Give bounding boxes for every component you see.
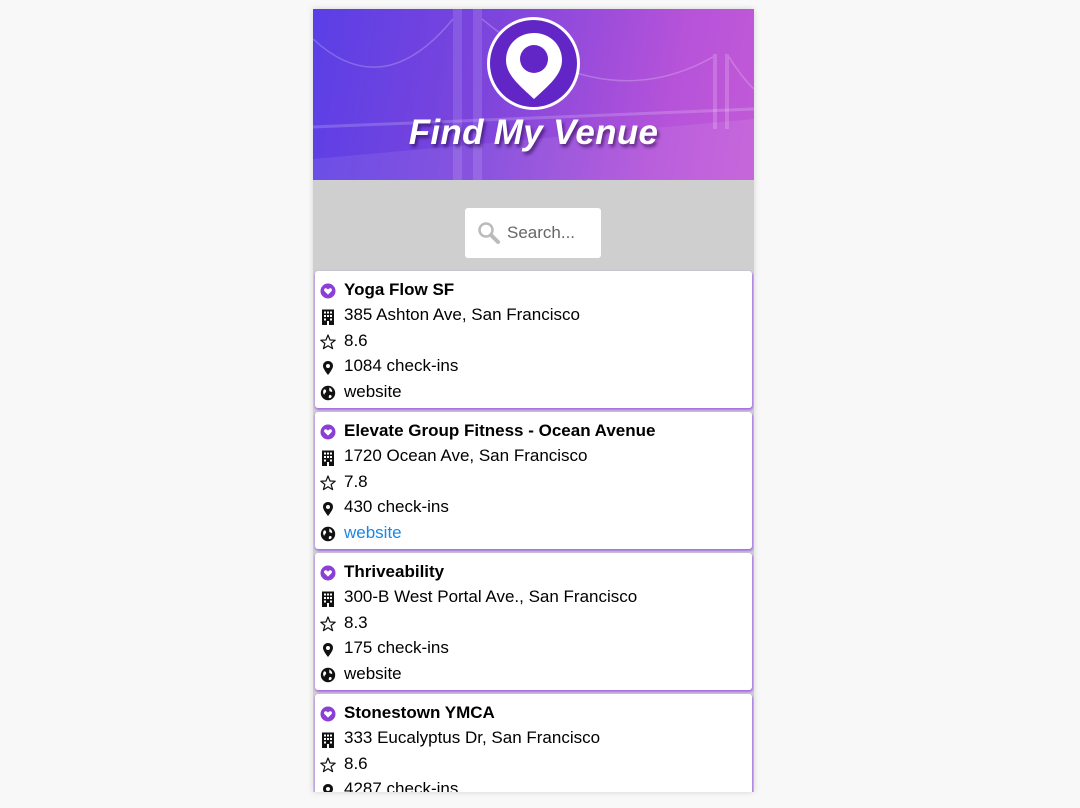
venue-address-row: 300-B West Portal Ave., San Francisco	[320, 585, 752, 611]
venue-name-row: Elevate Group Fitness - Ocean Avenue	[320, 418, 752, 444]
building-icon	[322, 309, 334, 325]
building-icon	[322, 450, 334, 466]
heart-icon	[320, 706, 336, 722]
venue-checkins-row: 175 check-ins	[320, 636, 752, 662]
venue-rating: 7.8	[344, 471, 368, 491]
location-pin-icon	[323, 783, 333, 792]
venue-rating: 8.6	[344, 753, 368, 773]
website-link[interactable]: website	[344, 664, 402, 684]
venue-card[interactable]: Stonestown YMCA 333 Eucalyptus Dr, San F…	[315, 694, 752, 792]
search-area	[313, 180, 754, 271]
app-container: Find My Venue Yoga Flow SF	[313, 9, 754, 792]
location-pin-icon	[323, 501, 333, 516]
venue-name-row: Stonestown YMCA	[320, 700, 752, 726]
globe-icon	[320, 527, 336, 542]
venue-address: 333 Eucalyptus Dr, San Francisco	[344, 728, 601, 748]
website-link[interactable]: website	[344, 523, 402, 543]
venue-website-row: website	[320, 520, 752, 546]
venue-card[interactable]: Yoga Flow SF 385 Ashton Ave, San Francis…	[315, 271, 752, 408]
venue-name: Thriveability	[344, 561, 445, 581]
search-input[interactable]	[507, 223, 591, 243]
heart-icon	[320, 565, 336, 581]
heart-icon	[320, 283, 336, 299]
venue-address-row: 1720 Ocean Ave, San Francisco	[320, 444, 752, 470]
search-box[interactable]	[465, 208, 601, 258]
venue-name-row: Thriveability	[320, 559, 752, 585]
venue-address-row: 385 Ashton Ave, San Francisco	[320, 303, 752, 329]
venue-address: 300-B West Portal Ave., San Francisco	[344, 587, 638, 607]
star-icon	[320, 757, 336, 773]
venue-name: Stonestown YMCA	[344, 702, 495, 722]
logo-badge	[487, 17, 580, 110]
venue-checkins: 175 check-ins	[344, 638, 449, 658]
location-pin-icon	[323, 642, 333, 657]
venue-name-row: Yoga Flow SF	[320, 277, 752, 303]
venue-website-row: website	[320, 661, 752, 687]
venue-address-row: 333 Eucalyptus Dr, San Francisco	[320, 726, 752, 752]
venue-card[interactable]: Elevate Group Fitness - Ocean Avenue 172…	[315, 412, 752, 549]
globe-icon	[320, 668, 336, 683]
venue-rating: 8.6	[344, 330, 368, 350]
venue-name: Yoga Flow SF	[344, 279, 455, 299]
venue-checkins: 4287 check-ins	[344, 779, 459, 792]
venue-rating-row: 8.3	[320, 610, 752, 636]
venue-rating-row: 8.6	[320, 328, 752, 354]
building-icon	[322, 591, 334, 607]
website-link[interactable]: website	[344, 382, 402, 402]
venue-checkins: 1084 check-ins	[344, 356, 459, 376]
venue-address: 1720 Ocean Ave, San Francisco	[344, 446, 588, 466]
location-pin-icon	[323, 360, 333, 375]
app-title: Find My Venue	[408, 113, 659, 152]
venue-checkins-row: 4287 check-ins	[320, 777, 752, 792]
venue-card[interactable]: Thriveability 300-B West Portal Ave., Sa…	[315, 553, 752, 690]
building-icon	[322, 732, 334, 748]
header-banner: Find My Venue	[313, 9, 754, 180]
venue-address: 385 Ashton Ave, San Francisco	[344, 305, 580, 325]
map-pin-icon	[506, 33, 562, 99]
venue-rating: 8.3	[344, 612, 368, 632]
venue-rating-row: 7.8	[320, 469, 752, 495]
star-icon	[320, 475, 336, 491]
venue-checkins-row: 430 check-ins	[320, 495, 752, 521]
heart-icon	[320, 424, 336, 440]
star-icon	[320, 334, 336, 350]
venue-website-row: website	[320, 379, 752, 405]
venue-checkins: 430 check-ins	[344, 497, 449, 517]
search-icon	[478, 222, 500, 244]
venue-checkins-row: 1084 check-ins	[320, 354, 752, 380]
star-icon	[320, 616, 336, 632]
venue-rating-row: 8.6	[320, 751, 752, 777]
globe-icon	[320, 386, 336, 401]
venue-name: Elevate Group Fitness - Ocean Avenue	[344, 420, 656, 440]
venue-list: Yoga Flow SF 385 Ashton Ave, San Francis…	[313, 271, 754, 792]
